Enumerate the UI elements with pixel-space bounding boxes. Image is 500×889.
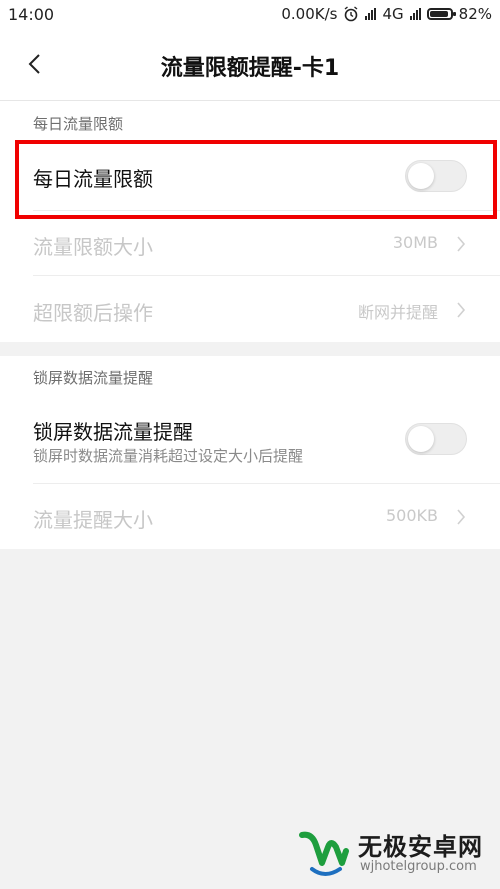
row-over-limit-action[interactable]: 超限额后操作 断网并提醒 <box>0 276 500 342</box>
row-subtitle: 锁屏时数据流量消耗超过设定大小后提醒 <box>33 447 304 465</box>
row-title: 流量提醒大小 <box>33 508 153 532</box>
chevron-right-icon <box>457 509 466 525</box>
row-limit-size[interactable]: 流量限额大小 30MB <box>0 211 500 276</box>
network-speed: 0.00K/s <box>281 5 338 23</box>
watermark: 无极安卓网 wjhotelgroup.com <box>298 825 488 883</box>
network-type: 4G <box>382 5 404 23</box>
section-header-lockscreen: 锁屏数据流量提醒 <box>0 356 500 396</box>
toggle-knob <box>408 426 434 452</box>
section-header-daily-limit: 每日流量限额 <box>0 101 500 141</box>
row-title: 超限额后操作 <box>33 301 153 325</box>
page-title: 流量限额提醒-卡1 <box>160 56 340 81</box>
watermark-logo-icon <box>299 831 349 876</box>
row-daily-limit[interactable]: 每日流量限额 <box>0 141 500 211</box>
row-value: 500KB <box>385 506 438 525</box>
signal-icon <box>365 8 377 20</box>
daily-limit-toggle[interactable] <box>405 160 467 192</box>
chevron-right-icon <box>457 302 466 318</box>
row-alert-size[interactable]: 流量提醒大小 500KB <box>0 484 500 549</box>
chevron-right-icon <box>457 236 466 252</box>
section-header-label: 每日流量限额 <box>33 115 124 133</box>
status-icons: 0.00K/s 4G 82% <box>281 5 492 23</box>
battery-icon <box>426 8 456 20</box>
row-lockscreen-alert[interactable]: 锁屏数据流量提醒 锁屏时数据流量消耗超过设定大小后提醒 <box>0 396 500 484</box>
section-header-label: 锁屏数据流量提醒 <box>33 369 154 387</box>
toggle-knob <box>408 163 434 189</box>
app-header: 流量限额提醒-卡1 <box>0 30 500 101</box>
signal-icon-2 <box>409 8 421 20</box>
row-value: 30MB <box>392 233 438 252</box>
status-time: 14:00 <box>8 5 55 24</box>
watermark-title: 无极安卓网 <box>358 833 483 861</box>
row-value: 断网并提醒 <box>357 303 438 322</box>
alarm-icon <box>345 6 358 22</box>
row-title: 流量限额大小 <box>33 235 153 259</box>
row-title: 锁屏数据流量提醒 <box>33 420 193 444</box>
lockscreen-alert-toggle[interactable] <box>405 423 467 455</box>
watermark-url: wjhotelgroup.com <box>360 859 477 874</box>
row-title: 每日流量限额 <box>33 167 153 191</box>
battery-percent: 82% <box>458 5 492 23</box>
status-bar: 14:00 0.00K/s 4G 82% <box>0 0 500 30</box>
